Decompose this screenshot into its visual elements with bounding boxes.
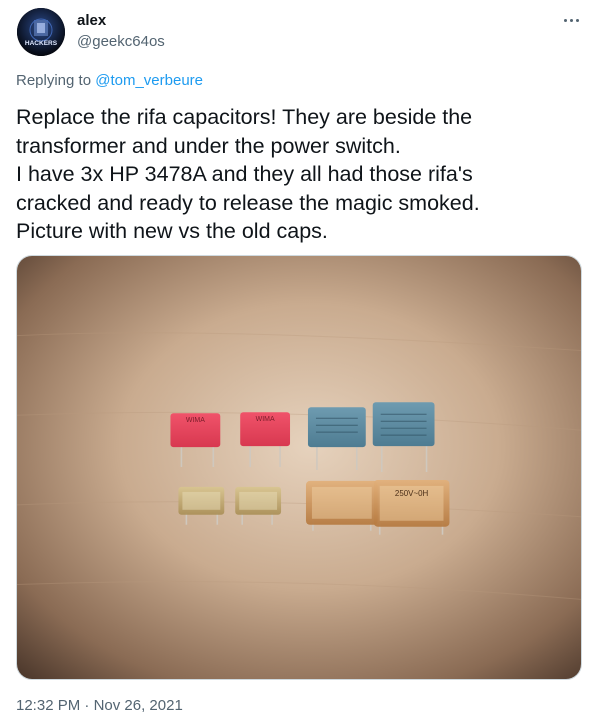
replying-to: Replying to @tom_verbeure bbox=[16, 71, 203, 91]
tweet-text-line: I have 3x HP 3478A and they all had thos… bbox=[16, 162, 473, 186]
capacitor-new-pink: WIMA bbox=[170, 413, 221, 448]
replying-to-mention-link[interactable]: @tom_verbeure bbox=[95, 72, 203, 89]
tweet-timestamp: 12:32 PM · Nov 26, 2021 bbox=[16, 696, 183, 716]
capacitor-new-blue bbox=[372, 402, 435, 447]
tweet-text-line: transformer and under the power switch. bbox=[16, 133, 401, 158]
timestamp-separator: · bbox=[80, 697, 94, 714]
tweet-time[interactable]: 12:32 PM bbox=[16, 697, 80, 714]
capacitor-old-rifa: 250V~0H bbox=[373, 479, 450, 527]
tweet-text-line: Replace the rifa capacitors! They are be… bbox=[16, 105, 473, 129]
capacitor-label: WIMA bbox=[256, 416, 275, 423]
capacitor-old-rifa bbox=[178, 486, 225, 515]
tweet-text-line: Picture with new vs the old caps. bbox=[16, 219, 328, 243]
tweet-text-line: cracked and ready to release the magic s… bbox=[16, 190, 480, 215]
replying-to-label: Replying to bbox=[16, 72, 96, 89]
capacitor-label: 250V~0H bbox=[395, 489, 429, 498]
capacitor-new-blue bbox=[307, 407, 366, 448]
author-handle[interactable]: @geekc64os bbox=[77, 32, 165, 52]
tweet: HACKERS alex @geekc64os Replying to @tom… bbox=[0, 0, 606, 718]
avatar[interactable]: HACKERS bbox=[17, 8, 65, 56]
hackers-avatar-icon: HACKERS bbox=[17, 8, 65, 56]
capacitor-label: WIMA bbox=[186, 417, 205, 424]
capacitors-photo: WIMA WIMA 250V~0H bbox=[17, 256, 581, 679]
capacitor-old-rifa bbox=[305, 480, 378, 525]
author-display-name[interactable]: alex bbox=[77, 11, 106, 31]
tweet-date[interactable]: Nov 26, 2021 bbox=[94, 697, 183, 714]
more-options-button[interactable] bbox=[556, 8, 586, 32]
capacitor-new-pink: WIMA bbox=[240, 412, 291, 447]
capacitor-old-rifa bbox=[235, 486, 282, 515]
avatar-text: HACKERS bbox=[25, 40, 58, 47]
tweet-text: Replace the rifa capacitors! They are be… bbox=[16, 103, 586, 246]
more-dots-icon bbox=[562, 18, 580, 22]
tweet-photo[interactable]: WIMA WIMA 250V~0H bbox=[16, 255, 582, 680]
